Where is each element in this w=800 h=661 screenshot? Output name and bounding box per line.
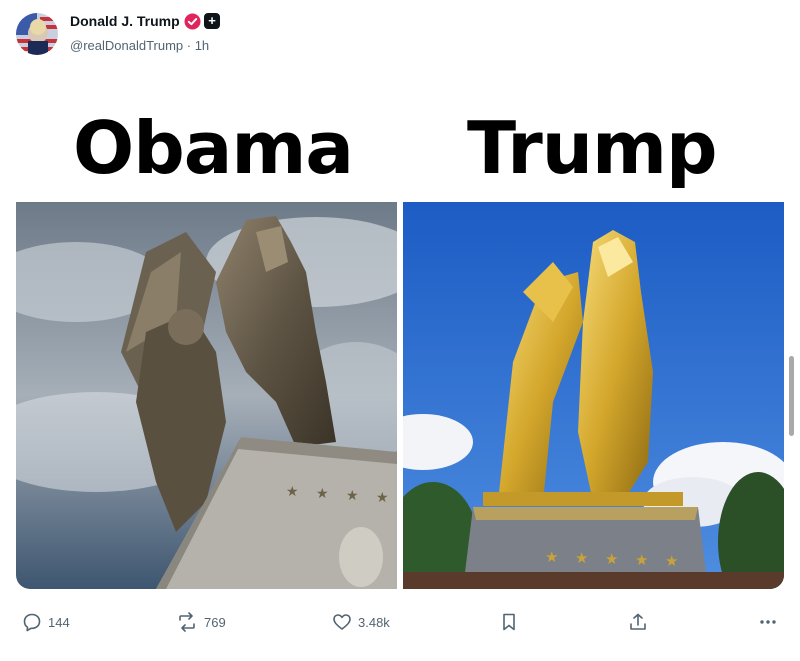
bookmark-button[interactable] — [500, 604, 518, 640]
svg-text:★: ★ — [346, 488, 359, 504]
right-caption: Trump — [467, 106, 718, 190]
svg-text:★: ★ — [575, 549, 588, 567]
svg-text:★: ★ — [665, 552, 678, 570]
like-count: 3.48k — [358, 614, 390, 630]
svg-text:★: ★ — [316, 486, 329, 502]
author-name[interactable]: Donald J. Trump — [70, 13, 180, 29]
left-statue-image[interactable]: ★ ★ ★ ★ — [16, 202, 397, 589]
svg-text:★: ★ — [635, 551, 648, 569]
reply-button[interactable]: 144 — [22, 604, 70, 640]
svg-text:★: ★ — [286, 484, 299, 500]
repost-icon — [176, 612, 198, 632]
handle-and-time: @realDonaldTrump · 1h — [70, 38, 210, 53]
more-options-button[interactable] — [758, 604, 778, 640]
reply-icon — [22, 612, 42, 632]
bookmark-icon — [500, 612, 518, 632]
reply-count: 144 — [48, 614, 70, 630]
share-button[interactable] — [628, 604, 648, 640]
plus-badge-icon: + — [204, 13, 220, 29]
repost-button[interactable]: 769 — [176, 604, 226, 640]
right-statue-image[interactable]: ★ ★ ★ ★ ★ — [403, 202, 784, 589]
post-actions-bar: 144 769 3.48k — [0, 604, 800, 640]
avatar[interactable] — [16, 13, 58, 55]
share-icon — [628, 612, 648, 632]
svg-text:★: ★ — [376, 490, 389, 506]
like-icon — [332, 612, 352, 632]
like-button[interactable]: 3.48k — [332, 604, 390, 640]
more-icon — [758, 612, 778, 632]
left-caption: Obama — [73, 106, 354, 190]
svg-text:★: ★ — [545, 548, 558, 566]
verified-badge-icon — [184, 13, 201, 30]
scrollbar[interactable] — [789, 356, 794, 436]
repost-count: 769 — [204, 614, 226, 630]
svg-text:★: ★ — [605, 550, 618, 568]
